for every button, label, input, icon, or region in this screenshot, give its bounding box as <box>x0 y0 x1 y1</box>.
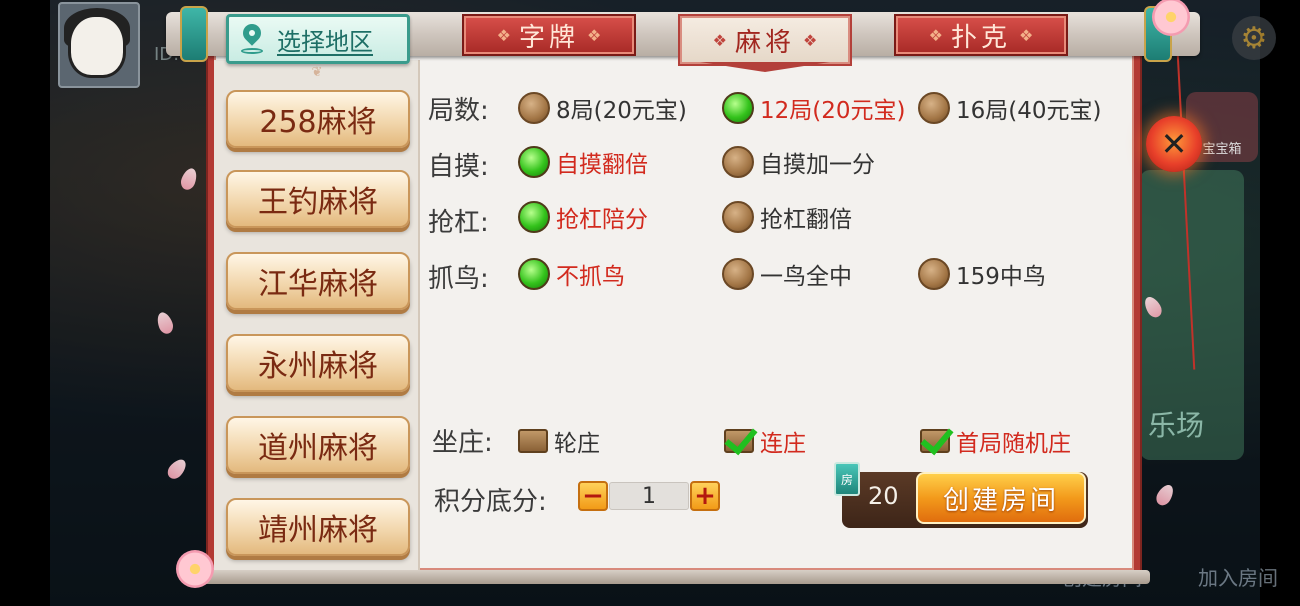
scroll-rod-end-left <box>180 6 208 62</box>
zhuaniao-option-all-label: 一鸟全中 <box>760 264 852 290</box>
room-cost-value: 20 <box>868 482 899 510</box>
rounds-option-16[interactable]: 16局(40元宝) <box>918 91 1101 125</box>
zhuaniao-option-159-label: 159中鸟 <box>956 264 1046 290</box>
tab-ornament-left: ❖ <box>712 30 727 50</box>
game-button-jianghua[interactable]: 江华麻将 <box>226 252 410 310</box>
zhuaniao-option-none[interactable]: 不抓鸟 <box>518 257 625 291</box>
radio-selected-icon <box>518 146 550 178</box>
rounds-label: 局数: <box>428 96 489 126</box>
radio-icon <box>918 258 950 290</box>
decrement-button[interactable]: − <box>578 481 608 511</box>
base-score-value: 1 <box>609 482 689 510</box>
zimo-option-plus-one[interactable]: 自摸加一分 <box>722 145 875 179</box>
screen-edge-right <box>1260 0 1300 606</box>
zuozhuang-option-random-first[interactable]: 首局随机庄 <box>920 424 1071 458</box>
zhuaniao-option-all[interactable]: 一鸟全中 <box>722 257 852 291</box>
base-score-stepper: − 1 + <box>578 480 720 512</box>
game-button-daozhou[interactable]: 道州麻将 <box>226 416 410 474</box>
rounds-option-16-label: 16局(40元宝) <box>956 98 1102 124</box>
tab-majiang-label: 麻将 <box>734 27 795 58</box>
game-button-258[interactable]: 258麻将 <box>226 90 410 148</box>
radio-selected-icon <box>518 258 550 290</box>
zhuaniao-label: 抓鸟: <box>428 264 489 294</box>
zuozhuang-option-consecutive-label: 连庄 <box>760 431 806 457</box>
screen-edge-left <box>0 0 50 606</box>
bg-join-room-label: 加入房间 <box>1198 566 1278 590</box>
zuozhuang-option-rotate[interactable]: 轮庄 <box>518 424 600 458</box>
checkbox-checked-icon <box>724 429 754 453</box>
tab-zipai-label: 字牌 <box>518 22 579 53</box>
checkbox-checked-icon <box>920 429 950 453</box>
game-button-jingzhou[interactable]: 靖州麻将 <box>226 498 410 556</box>
tab-ornament-right: ❖ <box>803 30 818 50</box>
entertainment-hall-label: 乐场 <box>1148 409 1205 442</box>
rounds-option-8-label: 8局(20元宝) <box>556 98 687 124</box>
settings-gear-icon: ⚙ <box>1232 16 1276 60</box>
qianggang-label: 抢杠: <box>428 208 489 238</box>
create-room-button[interactable]: 创建房间 <box>916 472 1086 524</box>
zimo-option-plus-one-label: 自摸加一分 <box>760 152 875 178</box>
radio-icon <box>722 201 754 233</box>
qianggang-option-double[interactable]: 抢杠翻倍 <box>722 200 852 234</box>
select-region-label: 选择地区 <box>277 27 373 56</box>
player-avatar <box>58 2 140 88</box>
tab-puke-label: 扑克 <box>950 22 1011 53</box>
qianggang-option-double-label: 抢杠翻倍 <box>760 207 852 233</box>
rounds-option-8[interactable]: 8局(20元宝) <box>518 91 687 125</box>
tab-majiang[interactable]: ❖ 麻将 ❖ <box>678 14 852 66</box>
rounds-option-12[interactable]: 12局(20元宝) <box>722 91 905 125</box>
qianggang-option-pay[interactable]: 抢杠陪分 <box>518 200 648 234</box>
room-card-icon: 房 <box>834 462 860 496</box>
radio-selected-icon <box>722 92 754 124</box>
qianggang-option-pay-label: 抢杠陪分 <box>556 207 648 233</box>
avatar-face <box>68 14 126 78</box>
zuozhuang-label: 坐庄: <box>432 428 493 458</box>
increment-button[interactable]: + <box>690 481 720 511</box>
tab-zipai[interactable]: ❖ 字牌 ❖ <box>462 14 636 56</box>
game-button-wangdiao[interactable]: 王钓麻将 <box>226 170 410 228</box>
rounds-option-12-label: 12局(20元宝) <box>760 98 906 124</box>
location-pin-icon <box>239 20 265 54</box>
radio-icon <box>722 146 754 178</box>
radio-selected-icon <box>518 201 550 233</box>
radio-icon <box>918 92 950 124</box>
zhuaniao-option-159[interactable]: 159中鸟 <box>918 257 1046 291</box>
zimo-option-double-label: 自摸翻倍 <box>556 152 648 178</box>
radio-icon <box>722 258 754 290</box>
tab-ornament-left: ❖ <box>496 25 511 45</box>
select-region-tab[interactable]: 选择地区 <box>226 14 410 64</box>
zimo-option-double[interactable]: 自摸翻倍 <box>518 145 648 179</box>
flower-decoration <box>176 550 214 588</box>
sidebar-ornament: ❦ <box>311 64 323 80</box>
zuozhuang-option-consecutive[interactable]: 连庄 <box>724 424 806 458</box>
zhuaniao-option-none-label: 不抓鸟 <box>556 264 625 290</box>
tab-ornament-right: ❖ <box>587 25 602 45</box>
checkbox-icon <box>518 429 548 453</box>
zuozhuang-option-random-first-label: 首局随机庄 <box>956 431 1071 457</box>
close-icon[interactable]: ✕ <box>1146 116 1202 172</box>
zimo-label: 自摸: <box>428 152 489 182</box>
tab-ornament-left: ❖ <box>928 25 943 45</box>
tab-puke[interactable]: ❖ 扑克 ❖ <box>894 14 1068 56</box>
radio-icon <box>518 92 550 124</box>
game-button-yongzhou[interactable]: 永州麻将 <box>226 334 410 392</box>
zuozhuang-option-rotate-label: 轮庄 <box>554 431 600 457</box>
base-score-label: 积分底分: <box>434 487 547 517</box>
scroll-bottom-rod <box>182 570 1150 584</box>
tab-ornament-right: ❖ <box>1019 25 1034 45</box>
